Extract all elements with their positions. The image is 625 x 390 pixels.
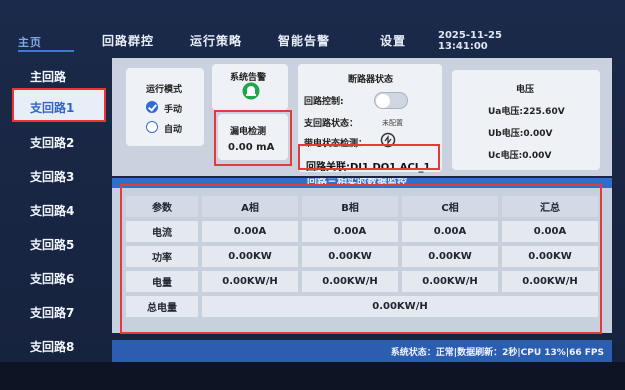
sidebar: 主回路 支回路1 支回路2 支回路3 支回路4 支回路5 支回路6 支回路7 支…	[0, 58, 112, 358]
table-cell: 0.00A	[302, 221, 398, 242]
leakage-highlight	[214, 110, 292, 166]
tab-settings[interactable]: 设置	[380, 32, 406, 49]
sidebar-item-branch-1[interactable]: 支回路1	[12, 88, 106, 122]
branch-status-value: 未配置	[382, 119, 403, 127]
manual-label: 手动	[164, 105, 183, 115]
status-text: 系统状态：正常|数据刷新：2秒|CPU 13%|66 FPS	[390, 348, 604, 358]
table-cell: 0.00KW/H	[402, 271, 498, 292]
table-row-total-energy-label: 总电量	[126, 296, 198, 317]
loop-control-toggle[interactable]	[374, 92, 408, 109]
ub-voltage: Ub电压:0.00V	[488, 129, 553, 139]
table-header-total: 汇总	[502, 196, 598, 217]
top-nav: 主页 回路群控 运行策略 智能告警 设置 2025-11-25 13:41:00	[0, 24, 625, 58]
alarm-bell-icon	[242, 82, 260, 100]
sidebar-item-branch-3[interactable]: 支回路3	[8, 162, 106, 190]
table-cell: 0.00KW/H	[302, 271, 398, 292]
branch-status-label: 支回路状态：	[304, 119, 359, 129]
alarm-card: 系统告警	[212, 64, 288, 110]
sidebar-item-branch-2[interactable]: 支回路2	[8, 128, 106, 156]
tab-smart-alarm[interactable]: 智能告警	[278, 32, 330, 49]
table-cell: 0.00KW	[402, 246, 498, 267]
sidebar-item-branch-5[interactable]: 支回路5	[8, 230, 106, 258]
run-mode-title: 运行模式	[146, 85, 183, 95]
loop-link-highlight	[298, 144, 440, 170]
home-tab[interactable]: 主页	[18, 28, 74, 52]
run-mode-card: 运行模式 手动 自动	[126, 68, 204, 146]
table-header-phase-b: B相	[302, 196, 398, 217]
sidebar-item-main[interactable]: 主回路	[8, 62, 106, 90]
table-cell: 0.00KW/H	[202, 271, 298, 292]
table-cell: 0.00KW	[502, 246, 598, 267]
sidebar-item-branch-4[interactable]: 支回路4	[8, 196, 106, 224]
sidebar-item-branch-7[interactable]: 支回路7	[8, 298, 106, 326]
screen-bezel	[0, 362, 625, 390]
sidebar-item-branch-8[interactable]: 支回路8	[8, 332, 106, 360]
time-text: 13:41:00	[438, 41, 488, 52]
manual-radio[interactable]	[146, 101, 158, 113]
voltage-title: 电压	[516, 85, 535, 95]
voltage-card: 电压 Ua电压:225.60V Ub电压:0.00V Uc电压:0.00V	[452, 70, 600, 170]
table-row-current-label: 电流	[126, 221, 198, 242]
loop-control-label: 回路控制:	[304, 97, 344, 107]
table-row-power-label: 功率	[126, 246, 198, 267]
datetime: 2025-11-25 13:41:00	[438, 30, 502, 52]
sidebar-item-branch-6[interactable]: 支回路6	[8, 264, 106, 292]
table-cell: 0.00A	[202, 221, 298, 242]
status-bar: 系统状态：正常|数据刷新：2秒|CPU 13%|66 FPS	[112, 340, 612, 362]
breaker-title: 断路器状态	[348, 75, 394, 85]
tab-run-strategy[interactable]: 运行策略	[190, 32, 242, 49]
table-cell: 0.00KW	[302, 246, 398, 267]
table-cell: 0.00KW	[202, 246, 298, 267]
uc-voltage: Uc电压:0.00V	[488, 151, 552, 161]
device-screen: 主页 回路群控 运行策略 智能告警 设置 2025-11-25 13:41:00…	[0, 0, 625, 390]
status-panel: 运行模式 手动 自动 系统告警 漏电检测 0.00 mA 断路器状态 回路控制:	[112, 58, 612, 176]
phase-data-table: 参数 A相 B相 C相 汇总 电流 0.00A 0.00A 0.00A 0.00…	[112, 184, 612, 334]
table-total-energy-value: 0.00KW/H	[202, 296, 598, 317]
ua-voltage: Ua电压:225.60V	[488, 107, 565, 117]
table-cell: 0.00A	[402, 221, 498, 242]
table-header-phase-a: A相	[202, 196, 298, 217]
table-cell: 0.00A	[502, 221, 598, 242]
date-text: 2025-11-25	[438, 30, 502, 41]
tab-loop-group-control[interactable]: 回路群控	[102, 32, 154, 49]
table-row-energy-label: 电量	[126, 271, 198, 292]
auto-label: 自动	[164, 125, 183, 135]
table-cell: 0.00KW/H	[502, 271, 598, 292]
auto-radio[interactable]	[146, 121, 158, 133]
table-header-phase-c: C相	[402, 196, 498, 217]
table-header-param: 参数	[126, 196, 198, 217]
